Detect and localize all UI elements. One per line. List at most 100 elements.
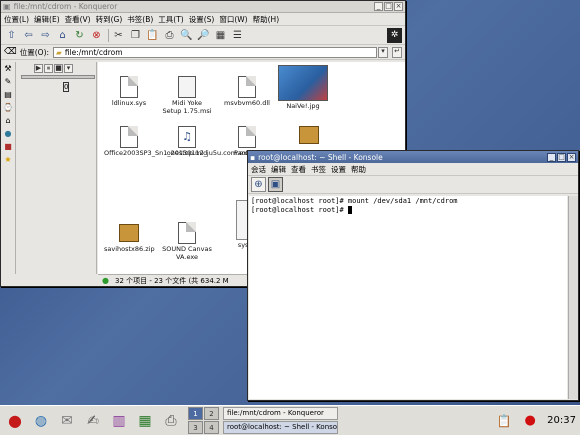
location-dropdown-button[interactable]: ▾ bbox=[378, 46, 388, 58]
menu-settings[interactable]: 设置(S) bbox=[189, 14, 215, 25]
clipboard-icon[interactable]: 📋 bbox=[493, 410, 515, 432]
paste-icon[interactable]: 📋 bbox=[145, 28, 160, 43]
home-icon[interactable]: ⌂ bbox=[55, 28, 70, 43]
document-icon bbox=[178, 222, 196, 244]
task-konsole[interactable]: root@localhost: ~ Shell - Konsole bbox=[223, 420, 338, 434]
terminal-scrollbar[interactable] bbox=[568, 196, 578, 399]
player-menu-button[interactable]: ▾ bbox=[64, 64, 73, 73]
clock[interactable]: 20:37 bbox=[547, 415, 576, 426]
file-name: Midi Yoke Setup 1.75.msi bbox=[162, 99, 212, 115]
konsole-toolbar: ⊕ ▣ bbox=[248, 176, 578, 194]
menu-settings[interactable]: 设置 bbox=[331, 164, 346, 175]
document-icon bbox=[238, 126, 256, 148]
cut-icon[interactable]: ✂ bbox=[111, 28, 126, 43]
close-button[interactable]: × bbox=[394, 2, 403, 11]
alert-icon[interactable]: ● bbox=[519, 410, 541, 432]
file-name: NaiVe!.jpg bbox=[286, 102, 320, 110]
go-button[interactable]: ↵ bbox=[392, 46, 402, 58]
menu-go[interactable]: 转到(G) bbox=[96, 14, 123, 25]
play-button[interactable]: ▶ bbox=[34, 64, 43, 73]
menu-edit[interactable]: 编辑(E) bbox=[34, 14, 60, 25]
icon-view-icon[interactable]: ▦ bbox=[213, 28, 228, 43]
minimize-button[interactable]: _ bbox=[547, 152, 556, 162]
redhat-menu-icon[interactable]: ● bbox=[4, 410, 26, 432]
menu-help[interactable]: 帮助(H) bbox=[253, 14, 280, 25]
menu-view[interactable]: 查看 bbox=[291, 164, 306, 175]
history-icon[interactable]: ⌚ bbox=[2, 102, 14, 114]
home-folder-icon[interactable]: ⌂ bbox=[2, 115, 14, 127]
up-icon[interactable]: ⇧ bbox=[4, 28, 19, 43]
terminal-prompt-line: [root@localhost root]# bbox=[251, 206, 565, 215]
close-button[interactable]: × bbox=[567, 152, 576, 162]
session-tab-icon[interactable]: ▣ bbox=[268, 177, 283, 192]
player-counter: 0 bbox=[63, 82, 69, 92]
print-icon[interactable]: ⎙ bbox=[162, 28, 177, 43]
maximize-button[interactable]: □ bbox=[384, 2, 393, 11]
menu-view[interactable]: 查看(V) bbox=[65, 14, 91, 25]
file-item[interactable]: ldlinux.sys bbox=[104, 76, 154, 108]
media-player-panel: ▶ ⏸ ■ ▾ 0 bbox=[17, 62, 97, 274]
location-input[interactable]: ▰ file:/mnt/cdrom bbox=[53, 46, 377, 58]
terminal-output[interactable]: [root@localhost root]# mount /dev/sda1 /… bbox=[249, 196, 567, 399]
file-item[interactable]: msvbvm60.dll bbox=[222, 76, 272, 108]
pager-desktop-3[interactable]: 3 bbox=[188, 421, 203, 434]
print-manager-icon[interactable]: ⎙ bbox=[160, 410, 182, 432]
menu-bookmarks[interactable]: 书签 bbox=[311, 164, 326, 175]
task-konqueror[interactable]: file:/mnt/cdrom - Konqueror bbox=[223, 406, 338, 420]
favorites-icon[interactable]: ★ bbox=[2, 154, 14, 166]
forward-icon[interactable]: ⇨ bbox=[38, 28, 53, 43]
menu-tools[interactable]: 工具(T) bbox=[158, 14, 183, 25]
pager-desktop-2[interactable]: 2 bbox=[204, 407, 219, 420]
reload-icon[interactable]: ↻ bbox=[72, 28, 87, 43]
status-led-icon: ● bbox=[102, 276, 109, 285]
minimize-button[interactable]: _ bbox=[374, 2, 383, 11]
devices-icon[interactable]: ▤ bbox=[2, 89, 14, 101]
network-icon[interactable]: ● bbox=[2, 128, 14, 140]
menu-window[interactable]: 窗口(W) bbox=[219, 14, 247, 25]
main-toolbar: ⇧ ⇦ ⇨ ⌂ ↻ ⊗ ✂ ❐ 📋 ⎙ 🔍 🔎 ▦ ☰ ✲ bbox=[1, 26, 405, 45]
office-presentation-icon[interactable]: ▥ bbox=[108, 410, 130, 432]
pager-desktop-4[interactable]: 4 bbox=[204, 421, 219, 434]
detail-view-icon[interactable]: ☰ bbox=[230, 28, 245, 43]
office-writer-icon[interactable]: ✍ bbox=[82, 410, 104, 432]
zoom-in-icon[interactable]: 🔍 bbox=[179, 28, 194, 43]
file-item[interactable]: Office2003SP3_Sn1_20130112_ju5u.com.exe bbox=[104, 126, 251, 158]
konqueror-titlebar[interactable]: ▣ file:/mnt/cdrom - Konqueror _ □ × bbox=[1, 1, 405, 13]
tools-icon[interactable]: ⚒ bbox=[2, 63, 14, 75]
konsole-titlebar[interactable]: ▪ root@localhost: ~ Shell - Konsole _ □ … bbox=[248, 151, 578, 163]
file-item[interactable]: NaiVe!.jpg bbox=[278, 65, 328, 111]
root-folder-icon[interactable]: ■ bbox=[2, 141, 14, 153]
file-item[interactable] bbox=[284, 126, 334, 144]
clear-location-icon[interactable]: ⌫ bbox=[4, 47, 17, 57]
browser-icon[interactable]: ◍ bbox=[30, 410, 52, 432]
window-title: file:/mnt/cdrom - Konqueror bbox=[13, 2, 118, 11]
file-item[interactable]: savihostx86.zip bbox=[104, 224, 155, 254]
zoom-out-icon[interactable]: 🔎 bbox=[196, 28, 211, 43]
package-icon bbox=[299, 126, 319, 144]
menu-bookmarks[interactable]: 书签(B) bbox=[127, 14, 153, 25]
desktop-pager: 1 2 3 4 bbox=[188, 407, 219, 434]
back-icon[interactable]: ⇦ bbox=[21, 28, 36, 43]
installer-icon bbox=[178, 76, 196, 98]
copy-icon[interactable]: ❐ bbox=[128, 28, 143, 43]
menu-session[interactable]: 会话 bbox=[251, 164, 266, 175]
office-spreadsheet-icon[interactable]: ▦ bbox=[134, 410, 156, 432]
stop-button[interactable]: ■ bbox=[54, 64, 63, 73]
menu-location[interactable]: 位置(L) bbox=[4, 14, 29, 25]
file-item[interactable]: SOUND Canvas VA.exe bbox=[162, 222, 212, 261]
file-item[interactable]: ♫ onestop.mid bbox=[162, 126, 212, 158]
menu-edit[interactable]: 编辑 bbox=[271, 164, 286, 175]
new-session-icon[interactable]: ⊕ bbox=[251, 177, 266, 192]
konsole-menubar: 会话 编辑 查看 书签 设置 帮助 bbox=[248, 163, 578, 176]
mail-icon[interactable]: ✉ bbox=[56, 410, 78, 432]
file-name: SOUND Canvas VA.exe bbox=[162, 245, 212, 261]
pager-desktop-1[interactable]: 1 bbox=[188, 407, 203, 420]
pause-button[interactable]: ⏸ bbox=[44, 64, 53, 73]
bookmarks-icon[interactable]: ✎ bbox=[2, 76, 14, 88]
stop-icon[interactable]: ⊗ bbox=[89, 28, 104, 43]
menu-help[interactable]: 帮助 bbox=[351, 164, 366, 175]
file-item[interactable]: Midi Yoke Setup 1.75.msi bbox=[162, 76, 212, 115]
maximize-button[interactable]: □ bbox=[557, 152, 566, 162]
player-slider[interactable] bbox=[21, 75, 95, 79]
music-icon: ♫ bbox=[178, 126, 196, 148]
